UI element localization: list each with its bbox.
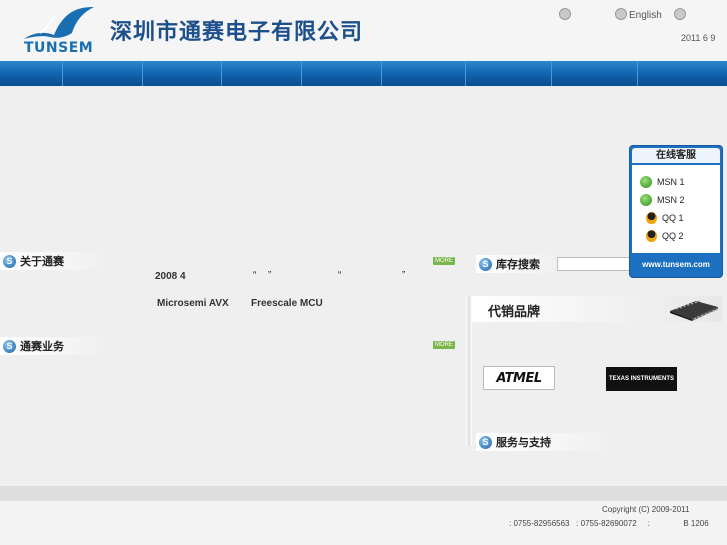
stock-search-title: 库存搜索 <box>496 258 540 271</box>
service-item-qq2[interactable]: QQ 2 <box>646 229 684 243</box>
nav-item-4[interactable] <box>222 61 302 86</box>
msn-icon <box>640 194 652 206</box>
online-service-list: MSN 1 MSN 2 QQ 1 QQ 2 <box>632 165 720 253</box>
service-item-msn2[interactable]: MSN 2 <box>640 193 685 207</box>
copyright: Copyright (C) 2009-2011 <box>602 505 690 514</box>
nav-item-1[interactable] <box>0 61 63 86</box>
service-item-label: QQ 2 <box>662 231 684 241</box>
company-name: 深圳市通赛电子有限公司 <box>110 20 364 45</box>
online-service-title: 在线客服 <box>632 148 720 163</box>
stock-search-input[interactable] <box>557 257 639 271</box>
nav-item-8[interactable] <box>552 61 638 86</box>
page: TUNSEM 深圳市通赛电子有限公司 English 2011 6 9 S 关于… <box>0 0 727 545</box>
about-quote-close-1: ” <box>268 270 272 281</box>
logo-text: TUNSEM <box>24 40 94 56</box>
service-item-msn1[interactable]: MSN 1 <box>640 175 685 189</box>
about-brands-a: Microsemi AVX <box>157 298 229 309</box>
stock-search-header: S 库存搜索 <box>476 255 556 273</box>
nav-item-7[interactable] <box>466 61 552 86</box>
about-more-button[interactable]: MORE <box>433 257 455 265</box>
atmel-logo[interactable]: ATMEL <box>483 366 555 390</box>
home-icon[interactable] <box>559 8 571 20</box>
about-title[interactable]: 关于通赛 <box>20 253 64 269</box>
nav-item-5[interactable] <box>302 61 382 86</box>
service-website-link[interactable]: www.tunsem.com <box>632 255 720 275</box>
header-date: 2011 6 9 <box>681 33 716 43</box>
section-bullet-icon: S <box>3 254 16 268</box>
section-bullet-icon: S <box>479 257 492 271</box>
about-section-header: S 关于通赛 <box>0 252 101 270</box>
nav-item-9[interactable] <box>638 61 727 86</box>
about-quote-close-2: ” <box>402 270 406 281</box>
qq-icon <box>646 230 657 242</box>
service-item-label: QQ 1 <box>662 213 684 223</box>
main-nav <box>0 61 727 86</box>
msn-icon <box>640 176 652 188</box>
english-link[interactable]: English <box>629 10 662 21</box>
business-title[interactable]: 通赛业务 <box>20 338 64 354</box>
nav-item-3[interactable] <box>143 61 222 86</box>
nav-item-6[interactable] <box>382 61 466 86</box>
online-service-panel: 在线客服 MSN 1 MSN 2 QQ 1 QQ 2 www.tunsem.co… <box>629 145 723 278</box>
about-year: 2008 4 <box>155 271 186 282</box>
service-item-label: MSN 1 <box>657 177 685 187</box>
business-section-header: S 通赛业务 <box>0 337 101 355</box>
service-item-label: MSN 2 <box>657 195 685 205</box>
service-section-header: S 服务与支持 <box>476 433 608 451</box>
section-bullet-icon: S <box>3 339 16 353</box>
footer-bar <box>0 486 727 501</box>
globe-icon[interactable] <box>615 8 627 20</box>
about-brands-b: Freescale MCU <box>251 298 323 309</box>
about-quote-open-2: “ <box>338 270 342 281</box>
chip-icon <box>670 300 719 321</box>
header: TUNSEM 深圳市通赛电子有限公司 English 2011 6 9 <box>0 0 727 61</box>
qq-icon <box>646 212 657 224</box>
service-item-qq1[interactable]: QQ 1 <box>646 211 684 225</box>
about-quote-open-1: “ <box>253 270 257 281</box>
service-title[interactable]: 服务与支持 <box>496 434 551 450</box>
brands-title: 代销品牌 <box>488 305 541 320</box>
ti-logo[interactable]: TEXAS INSTRUMENTS <box>606 367 677 391</box>
nav-item-2[interactable] <box>63 61 143 86</box>
footer-contact: : 0755-82956563 : 0755-82690072 : B 1206 <box>509 519 709 528</box>
ti-logo-text: TEXAS INSTRUMENTS <box>608 376 674 382</box>
bookmark-icon[interactable] <box>674 8 686 20</box>
business-more-button[interactable]: MORE <box>433 341 455 349</box>
section-bullet-icon: S <box>479 435 492 449</box>
